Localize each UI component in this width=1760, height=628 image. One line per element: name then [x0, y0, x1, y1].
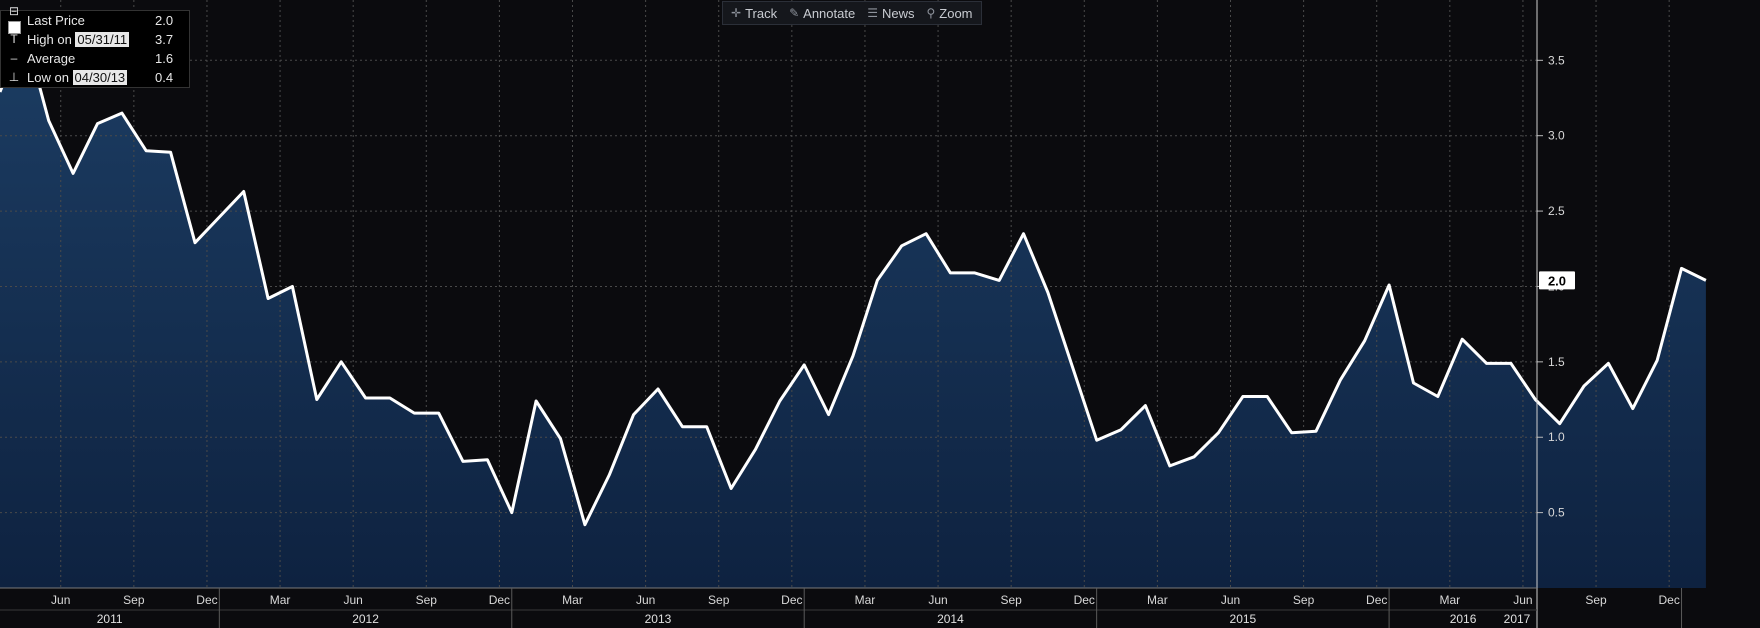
y-tick-label: 0.5 [1548, 506, 1565, 520]
x-tick-label: Dec [1366, 593, 1387, 607]
legend-average-value: 1.6 [155, 51, 174, 66]
y-tick-label: 3.0 [1548, 129, 1565, 143]
x-tick-label: Dec [1658, 593, 1679, 607]
x-tick-label: Sep [123, 593, 145, 607]
news-label: News [881, 5, 915, 21]
x-tick-label: Mar [1147, 593, 1168, 607]
x-tick-label: Jun [636, 593, 655, 607]
x-tick-label: Mar [270, 593, 291, 607]
legend-row-low[interactable]: ⊥ Low on 04/30/13 0.4 [1, 68, 189, 87]
year-label: 2014 [937, 612, 964, 626]
year-label: 2016 [1450, 612, 1477, 626]
area-fill [0, 30, 1706, 588]
x-tick-label: Dec [489, 593, 510, 607]
x-tick-label: Dec [196, 593, 217, 607]
x-tick-label: Sep [708, 593, 730, 607]
legend-high-date: 05/31/11 [75, 32, 130, 47]
last-price-tag-label: 2.0 [1548, 273, 1566, 288]
news-icon: ☰ [867, 6, 878, 20]
x-tick-label: Jun [1513, 593, 1532, 607]
x-tick-label: Sep [1585, 593, 1607, 607]
x-tick-label: Jun [344, 593, 363, 607]
average-marker-icon: – [10, 51, 18, 65]
track-button[interactable]: ✛ Track [731, 6, 777, 21]
year-label: 2011 [97, 612, 123, 626]
high-marker-icon: T [10, 32, 18, 46]
zoom-button[interactable]: ⚲ Zoom [926, 6, 972, 21]
year-label: 2017 [1504, 612, 1531, 626]
x-tick-label: Jun [928, 593, 947, 607]
annotate-label: Annotate [803, 5, 856, 21]
legend-low-label: Low on 04/30/13 [27, 68, 155, 87]
legend-high-prefix: High on [27, 32, 76, 47]
legend-row-high[interactable]: T High on 05/31/11 3.7 [1, 30, 189, 49]
legend-low-value: 0.4 [155, 70, 174, 85]
y-tick-label: 2.5 [1548, 204, 1565, 218]
annotate-button[interactable]: ✎ Annotate [789, 6, 855, 21]
y-tick-label: 3.5 [1548, 53, 1565, 67]
chart-toolbar: ✛ Track ✎ Annotate ☰ News ⚲ Zoom [722, 1, 982, 25]
news-button[interactable]: ☰ News [867, 6, 914, 21]
y-tick-label: 1.0 [1548, 430, 1565, 444]
low-marker-icon: ⊥ [8, 70, 20, 84]
x-tick-label: Dec [781, 593, 802, 607]
legend-low-prefix: Low on [27, 70, 73, 85]
legend-high-label: High on 05/31/11 [27, 30, 155, 49]
x-tick-label: Jun [51, 593, 70, 607]
chart-legend: ⊟ Last Price 2.0 T High on 05/31/11 3.7 … [0, 4, 190, 88]
legend-low-date: 04/30/13 [72, 70, 128, 85]
y-tick-label: 1.5 [1548, 355, 1565, 369]
track-label: Track [745, 5, 778, 21]
x-tick-label: Jun [1221, 593, 1240, 607]
legend-high-value: 3.7 [155, 32, 174, 47]
legend-row-average[interactable]: – Average 1.6 [1, 49, 189, 68]
legend-last-label: Last Price [27, 13, 85, 28]
price-chart: 0.5 1.0 1.5 2.0 2.5 3.0 3.5 Jun Sep Dec Mar Jun Sep D… [0, 0, 1707, 628]
year-label: 2015 [1230, 612, 1257, 626]
x-tick-label: Mar [562, 593, 583, 607]
x-tick-label: Sep [416, 593, 438, 607]
x-tick-label: Mar [1439, 593, 1460, 607]
legend-average-label: Average [27, 51, 76, 66]
x-tick-label: Sep [1000, 593, 1022, 607]
year-label: 2012 [352, 612, 379, 626]
zoom-label: Zoom [939, 5, 973, 21]
magnifier-icon: ⚲ [926, 6, 936, 20]
pencil-icon: ✎ [789, 6, 800, 20]
x-tick-label: Sep [1293, 593, 1315, 607]
x-tick-label: Mar [855, 593, 876, 607]
legend-row-last[interactable]: ⊟ Last Price 2.0 [1, 4, 189, 34]
x-tick-label: Dec [1074, 593, 1095, 607]
crosshair-icon: ✛ [731, 6, 742, 20]
legend-last-value: 2.0 [155, 13, 174, 28]
year-label: 2013 [645, 612, 672, 626]
